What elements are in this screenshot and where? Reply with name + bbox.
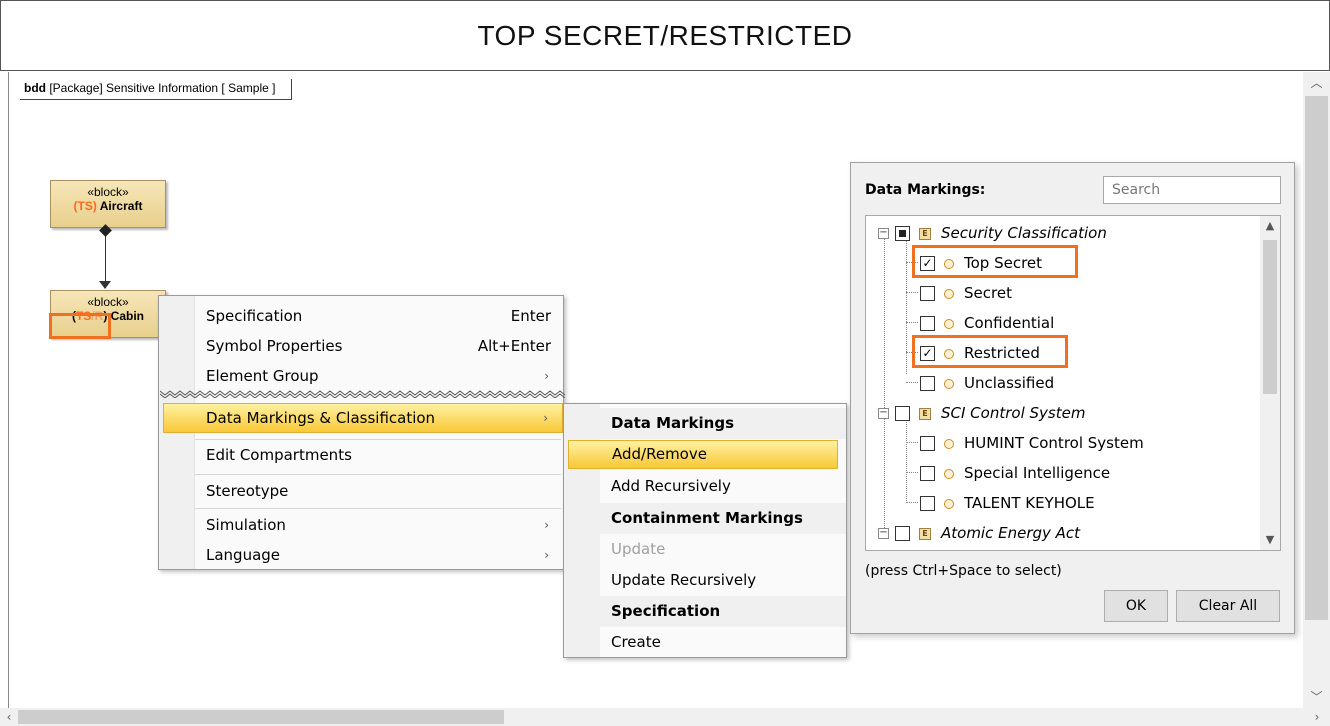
search-input[interactable]: Search <box>1103 176 1281 204</box>
tree-node-confidential[interactable]: Confidential <box>920 308 1054 338</box>
menu-item-symbol-properties[interactable]: Symbol Properties Alt+Enter <box>195 332 563 360</box>
submenu-item-add-remove[interactable]: Add/Remove <box>568 440 838 469</box>
enum-literal-icon <box>944 498 954 509</box>
block-stereotype: «block» <box>87 185 129 199</box>
checkbox-unchecked[interactable] <box>920 376 935 391</box>
collapse-icon[interactable]: − <box>878 228 889 239</box>
menu-item-specification[interactable]: Specification Enter <box>195 302 563 330</box>
data-markings-submenu: Data Markings Add/Remove Add Recursively… <box>563 403 847 658</box>
menu-item-edit-compartments[interactable]: Edit Compartments <box>195 441 563 469</box>
ok-button[interactable]: OK <box>1104 590 1168 622</box>
tree-node-atomic-energy-act[interactable]: − E Atomic Energy Act <box>878 518 1080 548</box>
checkbox-unchecked[interactable] <box>920 436 935 451</box>
enumeration-icon: E <box>919 407 931 420</box>
submenu-header-containment: Containment Markings <box>600 503 846 534</box>
enum-literal-icon <box>944 378 954 389</box>
chevron-right-icon: › <box>544 548 549 562</box>
menu-item-data-markings[interactable]: Data Markings & Classification › <box>163 403 563 433</box>
enum-literal-icon <box>944 288 954 299</box>
tree-node-special-intelligence[interactable]: Special Intelligence <box>920 458 1110 488</box>
collapse-icon[interactable]: − <box>878 528 889 539</box>
submenu-header-data-markings: Data Markings <box>600 408 846 439</box>
checkbox-unchecked[interactable] <box>895 406 910 421</box>
context-menu: Specification Enter Symbol Properties Alt+… <box>158 295 564 570</box>
frame-kind: bdd <box>24 81 46 95</box>
vertical-scrollbar[interactable]: ︿ ﹀ <box>1303 72 1330 708</box>
enum-literal-icon <box>944 318 954 329</box>
enumeration-icon: E <box>919 227 931 240</box>
submenu-header-specification: Specification <box>600 596 846 627</box>
checkbox-unchecked[interactable] <box>920 286 935 301</box>
classification-banner: TOP SECRET/RESTRICTED <box>0 0 1330 71</box>
chevron-right-icon: › <box>543 411 548 425</box>
submenu-item-add-recursively[interactable]: Add Recursively <box>600 471 846 502</box>
chevron-right-icon: › <box>544 518 549 532</box>
tree-node-secret[interactable]: Secret <box>920 278 1012 308</box>
enumeration-icon: E <box>919 527 931 540</box>
menu-item-stereotype[interactable]: Stereotype <box>195 477 563 505</box>
diagram-frame-tab: bdd [Package] Sensitive Information [ Sa… <box>20 79 293 100</box>
submenu-item-update-recursively[interactable]: Update Recursively <box>600 565 846 596</box>
checkbox-unchecked[interactable] <box>920 466 935 481</box>
clear-all-button[interactable]: Clear All <box>1176 590 1280 622</box>
banner-text: TOP SECRET/RESTRICTED <box>477 19 853 51</box>
highlight-top-secret <box>912 245 1078 278</box>
scroll-down-icon: ▼ <box>1265 533 1275 546</box>
tree-node-security-classification[interactable]: − E Security Classification <box>878 218 1107 248</box>
scroll-left-icon: ‹ <box>6 710 12 724</box>
panel-title: Data Markings: <box>865 182 986 198</box>
menu-item-simulation[interactable]: Simulation › <box>195 511 563 539</box>
enum-literal-icon <box>944 468 954 479</box>
menu-cut-indicator <box>160 390 565 398</box>
horizontal-scrollbar[interactable]: ‹ › <box>0 708 1330 726</box>
tree-node-sci-control-system[interactable]: − E SCI Control System <box>878 398 1085 428</box>
tree-node-unclassified[interactable]: Unclassified <box>920 368 1054 398</box>
chevron-right-icon: › <box>544 369 549 383</box>
horizontal-scroll-thumb[interactable] <box>18 710 504 724</box>
scroll-down-icon: ﹀ <box>1310 690 1323 704</box>
tree-node-talent-keyhole[interactable]: TALENT KEYHOLE <box>920 488 1095 518</box>
scroll-right-icon: › <box>1314 710 1320 724</box>
panel-hint: (press Ctrl+Space to select) <box>865 563 1062 579</box>
checkbox-partial[interactable] <box>895 226 910 241</box>
block-aircraft[interactable]: «block» (TS) Aircraft <box>50 180 166 228</box>
tree-node-humint[interactable]: HUMINT Control System <box>920 428 1144 458</box>
checkbox-unchecked[interactable] <box>920 316 935 331</box>
block-stereotype: «block» <box>87 295 129 309</box>
frame-text: [Package] Sensitive Information [ Sample… <box>49 81 276 95</box>
tree-scroll-thumb[interactable] <box>1263 240 1277 394</box>
association-arrowhead <box>99 281 111 289</box>
menu-item-language[interactable]: Language › <box>195 541 563 569</box>
block-name: (TS) Aircraft <box>73 199 143 213</box>
submenu-item-update: Update <box>611 540 666 558</box>
vertical-scroll-thumb[interactable] <box>1305 96 1328 620</box>
marking-highlight <box>49 313 111 339</box>
highlight-restricted <box>912 335 1068 368</box>
checkbox-unchecked[interactable] <box>895 526 910 541</box>
scroll-up-icon: ▲ <box>1265 219 1275 232</box>
tree-scrollbar[interactable]: ▲ ▼ <box>1260 216 1280 550</box>
menu-item-element-group[interactable]: Element Group › <box>195 362 563 390</box>
submenu-item-create[interactable]: Create <box>600 627 846 658</box>
enum-literal-icon <box>944 438 954 449</box>
data-markings-panel: Data Markings: Search − E Security Classif… <box>850 162 1295 634</box>
collapse-icon[interactable]: − <box>878 408 889 419</box>
checkbox-unchecked[interactable] <box>920 496 935 511</box>
scroll-up-icon: ︿ <box>1310 76 1323 90</box>
